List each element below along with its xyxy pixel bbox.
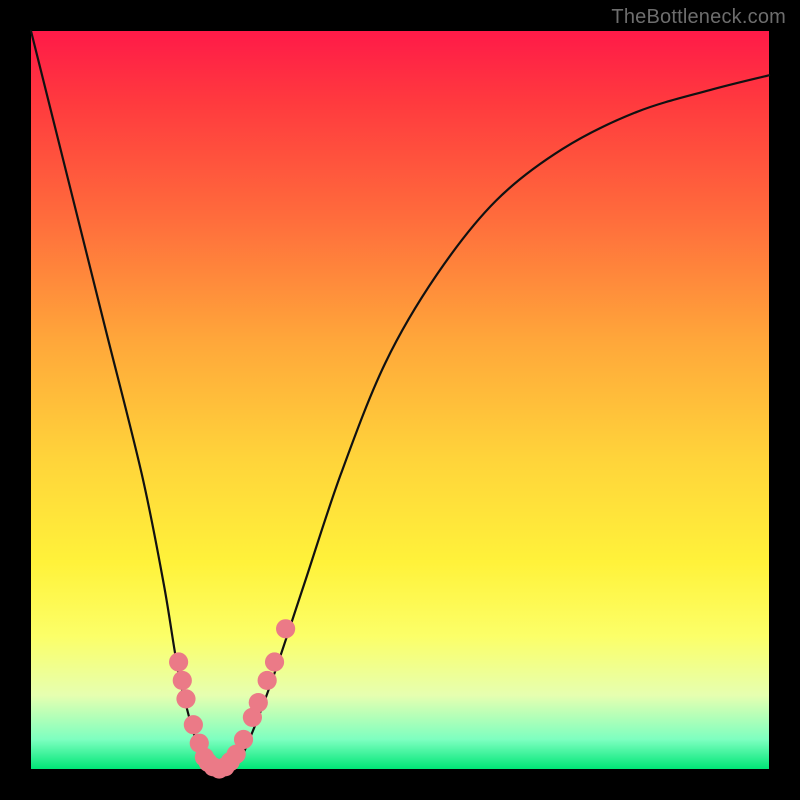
- curve-dot: [173, 671, 192, 690]
- curve-dot: [276, 619, 295, 638]
- chart-svg: [31, 31, 769, 769]
- curve-dot: [176, 689, 195, 708]
- curve-dots: [169, 619, 295, 778]
- curve-dot: [258, 671, 277, 690]
- curve-dot: [184, 715, 203, 734]
- curve-dot: [234, 730, 253, 749]
- curve-dot: [249, 693, 268, 712]
- curve-group: [31, 31, 769, 769]
- curve-dot: [265, 652, 284, 671]
- curve-dot: [169, 652, 188, 671]
- watermark-text: TheBottleneck.com: [611, 6, 786, 29]
- chart-frame: TheBottleneck.com: [0, 0, 800, 800]
- bottleneck-curve: [31, 31, 769, 769]
- plot-area: [31, 31, 769, 769]
